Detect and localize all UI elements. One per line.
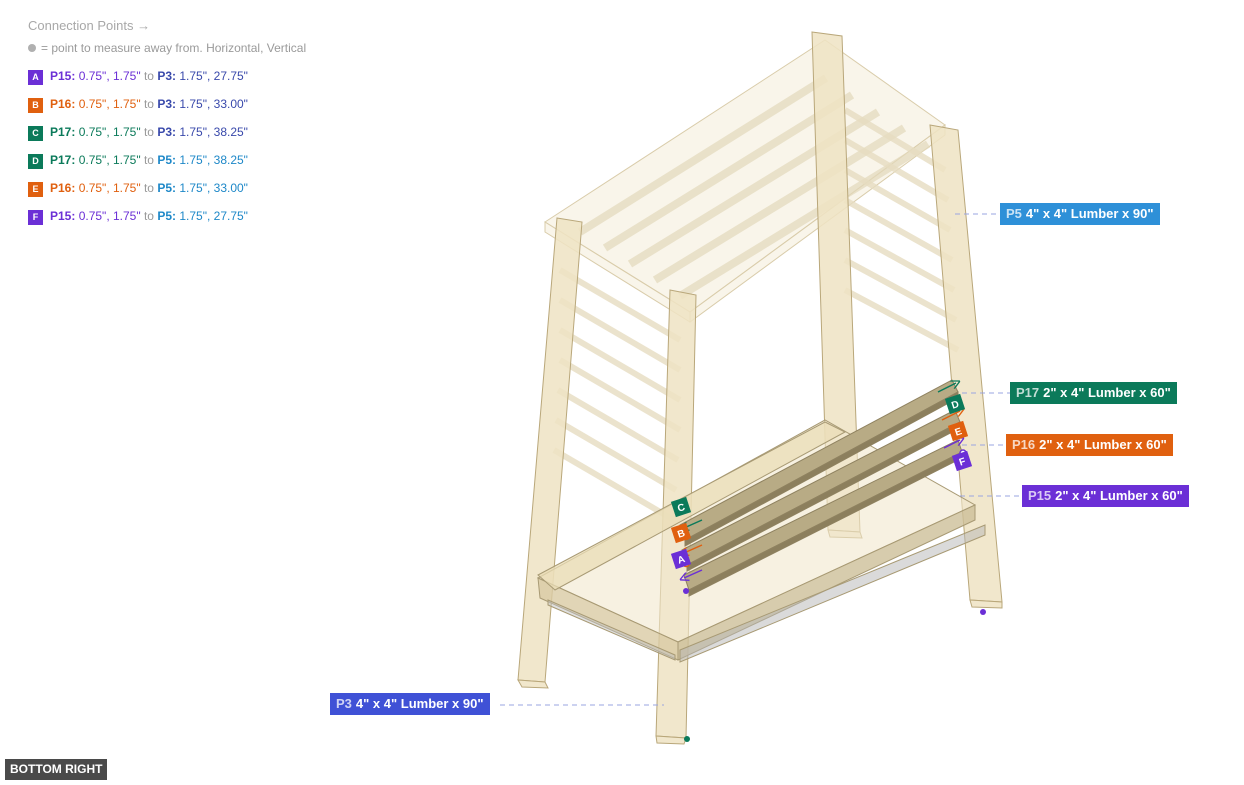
callout-part-id: P16	[1012, 437, 1036, 452]
legend-from-val2: 1.75"	[113, 209, 141, 223]
legend-to-val: 1.75", 33.00"	[179, 97, 248, 111]
legend-badge: E	[28, 182, 43, 197]
legend-to-id: P3:	[157, 97, 177, 111]
callout-part-desc: 2" x 4" Lumber x 60"	[1055, 488, 1183, 503]
legend-badge: D	[28, 154, 43, 169]
legend-from-val1: 0.75",	[78, 125, 110, 139]
legend-from-val2: 1.75"	[113, 181, 141, 195]
legend-note: = point to measure away from. Horizontal…	[28, 38, 348, 58]
legend-from-val1: 0.75",	[78, 181, 110, 195]
legend-badge: B	[28, 98, 43, 113]
legend-to: to	[143, 181, 154, 195]
legend-to-id: P3:	[157, 125, 177, 139]
callout-part-id: P17	[1016, 385, 1040, 400]
legend-to-id: P3:	[157, 69, 177, 83]
legend-row-d: D P17: 0.75", 1.75" to P5: 1.75", 38.25"	[28, 152, 348, 169]
legend-badge: A	[28, 70, 43, 85]
legend-row-f: F P15: 0.75", 1.75" to P5: 1.75", 27.75"	[28, 208, 348, 225]
legend-to-val: 1.75", 33.00"	[179, 181, 248, 195]
post-back-left	[517, 217, 583, 689]
point-dot-icon	[28, 44, 36, 52]
legend-from-id: P15:	[50, 69, 76, 83]
legend-to: to	[143, 153, 154, 167]
legend-to-val: 1.75", 27.75"	[179, 69, 248, 83]
legend-to-val: 1.75", 38.25"	[179, 153, 248, 167]
legend-from-val1: 0.75",	[78, 69, 110, 83]
legend-to: to	[143, 97, 154, 111]
legend-title[interactable]: Connection Points →	[28, 16, 348, 36]
legend-row-e: E P16: 0.75", 1.75" to P5: 1.75", 33.00"	[28, 180, 348, 197]
legend-row-a: A P15: 0.75", 1.75" to P3: 1.75", 27.75"	[28, 68, 348, 85]
legend-from-val1: 0.75",	[78, 97, 110, 111]
callout-p15[interactable]: P15 2" x 4" Lumber x 60"	[1022, 485, 1189, 507]
legend-row-c: C P17: 0.75", 1.75" to P3: 1.75", 38.25"	[28, 124, 348, 141]
legend-to-id: P5:	[157, 181, 177, 195]
callout-p17[interactable]: P17 2" x 4" Lumber x 60"	[1010, 382, 1177, 404]
legend-to: to	[143, 125, 154, 139]
callout-part-id: P15	[1028, 488, 1052, 503]
legend-to-val: 1.75", 38.25"	[179, 125, 248, 139]
callout-part-desc: 4" x 4" Lumber x 90"	[355, 696, 484, 711]
legend-to: to	[143, 209, 154, 223]
legend-from-id: P17:	[50, 125, 76, 139]
legend-badge: F	[28, 210, 43, 225]
callout-part-desc: 2" x 4" Lumber x 60"	[1043, 385, 1171, 400]
callout-part-desc: 4" x 4" Lumber x 90"	[1025, 206, 1154, 221]
legend-to-id: P5:	[157, 153, 177, 167]
legend-from-id: P15:	[50, 209, 76, 223]
callout-part-id: P5	[1006, 206, 1022, 221]
callout-p3[interactable]: P3 4" x 4" Lumber x 90"	[330, 693, 490, 715]
legend-from-val1: 0.75",	[78, 153, 110, 167]
callout-p5[interactable]: P5 4" x 4" Lumber x 90"	[1000, 203, 1160, 225]
legend-from-id: P17:	[50, 153, 76, 167]
legend-from-val2: 1.75"	[113, 125, 141, 139]
legend-from-val2: 1.75"	[113, 69, 141, 83]
legend-from-val1: 0.75",	[78, 209, 110, 223]
legend-to-id: P5:	[157, 209, 177, 223]
legend-from-val2: 1.75"	[113, 153, 141, 167]
legend-from-id: P16:	[50, 181, 76, 195]
view-label[interactable]: BOTTOM RIGHT	[5, 759, 108, 780]
legend-to-val: 1.75", 27.75"	[179, 209, 248, 223]
legend-row-b: B P16: 0.75", 1.75" to P3: 1.75", 33.00"	[28, 96, 348, 113]
legend-to: to	[143, 69, 154, 83]
legend-from-id: P16:	[50, 97, 76, 111]
legend-from-val2: 1.75"	[113, 97, 141, 111]
legend-badge: C	[28, 126, 43, 141]
callout-part-desc: 2" x 4" Lumber x 60"	[1039, 437, 1167, 452]
callout-part-id: P3	[336, 696, 352, 711]
connection-points-legend: Connection Points → = point to measure a…	[28, 16, 348, 225]
legend-note-text: = point to measure away from. Horizontal…	[41, 41, 307, 55]
callout-p16[interactable]: P16 2" x 4" Lumber x 60"	[1006, 434, 1173, 456]
